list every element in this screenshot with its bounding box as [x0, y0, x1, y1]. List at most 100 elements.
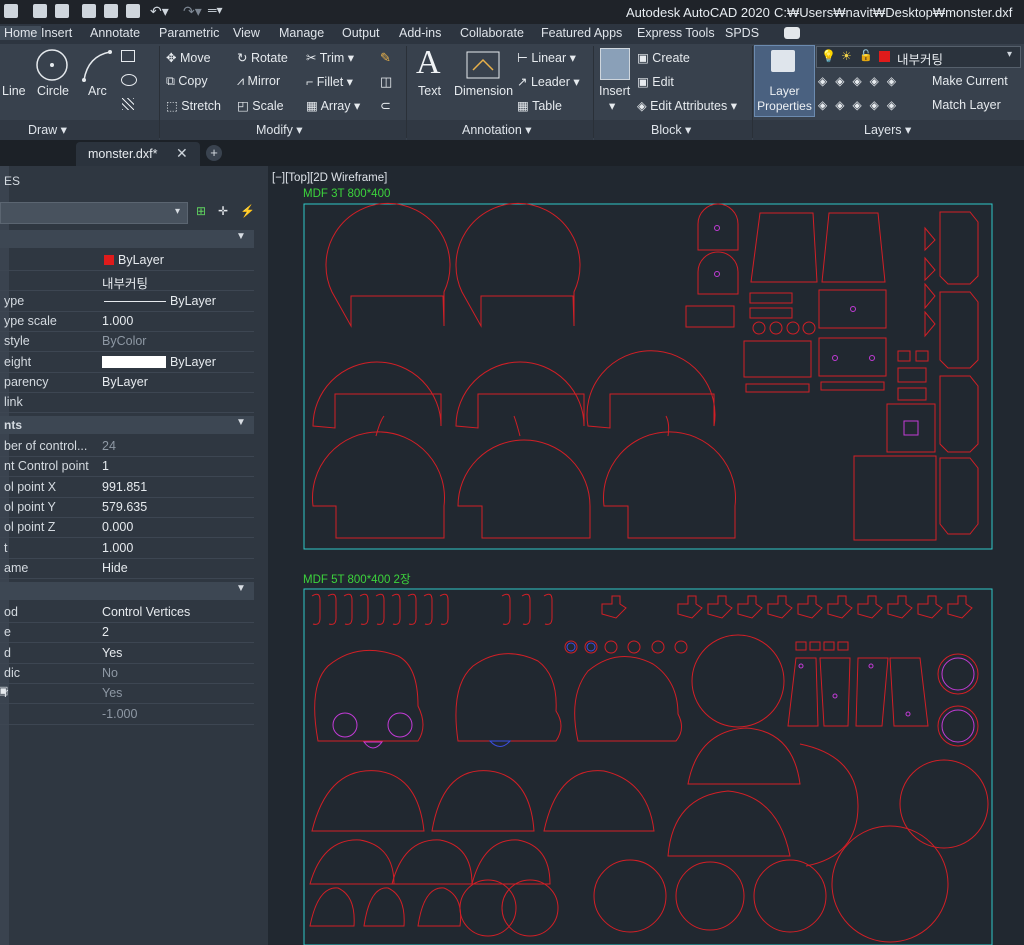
save-icon[interactable]: [33, 4, 47, 18]
arc-icon[interactable]: [80, 48, 114, 84]
property-value[interactable]: 1.000: [102, 541, 133, 555]
layer-thaw-icon[interactable]: ☀: [841, 49, 852, 63]
mirror-button[interactable]: ⩘ Mirror: [237, 74, 280, 89]
scale-button[interactable]: ◰ Scale: [237, 98, 284, 113]
property-row[interactable]: style ByColor: [0, 331, 254, 353]
tab-featured-apps[interactable]: Featured Apps: [541, 26, 622, 40]
property-value[interactable]: ByLayer: [102, 375, 148, 389]
select-objects-icon[interactable]: ✛: [218, 204, 228, 218]
trim-button[interactable]: ✂ Trim ▾: [306, 50, 354, 65]
property-row[interactable]: ol point Y 579.635: [0, 497, 254, 518]
insert-button[interactable]: Insert ▾: [599, 84, 630, 113]
block-panel-title[interactable]: Block ▾: [651, 122, 691, 137]
rotate-button[interactable]: ↻ Rotate: [237, 50, 288, 65]
layers-panel-title[interactable]: Layers ▾: [864, 122, 911, 137]
section-points[interactable]: nts ▼: [0, 416, 254, 434]
layer-tools-row-2[interactable]: ◈◈◈◈◈: [818, 98, 904, 112]
property-value[interactable]: Yes: [102, 646, 122, 660]
property-value[interactable]: ByColor: [102, 334, 146, 348]
share-icon[interactable]: [104, 4, 118, 18]
make-current-button[interactable]: Make Current: [932, 74, 1008, 88]
redo-icon[interactable]: ↷▾: [183, 3, 202, 20]
tab-home[interactable]: Home: [0, 26, 42, 40]
property-value[interactable]: 1.000: [102, 314, 133, 328]
chevron-down-icon[interactable]: ▾: [1007, 49, 1012, 60]
property-value[interactable]: 내부커팅: [102, 273, 148, 292]
property-row[interactable]: ame Hide: [0, 558, 254, 579]
draw-panel-title[interactable]: Draw ▾: [28, 122, 67, 137]
property-value[interactable]: Yes: [102, 686, 122, 700]
tab-annotate[interactable]: Annotate: [90, 26, 140, 40]
layer-on-icon[interactable]: 💡: [821, 49, 836, 63]
palette-properties-icon[interactable]: ▣: [0, 684, 8, 697]
tab-spds[interactable]: SPDS: [725, 26, 759, 40]
table-button[interactable]: ▦ Table: [517, 98, 562, 113]
rectangle-icon[interactable]: [121, 50, 135, 62]
edit-attributes-button[interactable]: ◈ Edit Attributes ▾: [637, 98, 737, 113]
insert-block-icon[interactable]: [600, 48, 630, 80]
plot-icon[interactable]: [126, 4, 140, 18]
fillet-button[interactable]: ⌐ Fillet ▾: [306, 74, 353, 89]
close-icon[interactable]: ✕: [176, 145, 188, 162]
undo-icon[interactable]: ↶▾: [150, 3, 169, 20]
text-icon[interactable]: A: [416, 44, 441, 82]
leader-button[interactable]: ↗ Leader ▾: [517, 74, 580, 89]
explode-icon[interactable]: ◫: [380, 74, 392, 90]
property-value[interactable]: ByLayer: [170, 294, 216, 308]
tab-express-tools[interactable]: Express Tools: [637, 26, 715, 40]
tab-insert[interactable]: Insert: [41, 26, 72, 40]
save-as-icon[interactable]: [55, 4, 69, 18]
property-value[interactable]: 579.635: [102, 500, 147, 514]
circle-icon[interactable]: [33, 46, 71, 84]
layer-lock-icon[interactable]: 🔓: [859, 49, 873, 62]
property-value[interactable]: 0.000: [102, 520, 133, 534]
property-row[interactable]: ype scale 1.000: [0, 311, 254, 332]
property-row[interactable]: e2: [0, 622, 254, 644]
section-general[interactable]: ▼: [0, 230, 254, 248]
property-row[interactable]: r Yes: [0, 683, 254, 705]
property-value[interactable]: No: [102, 666, 118, 680]
property-row[interactable]: ByLayer: [0, 250, 254, 271]
property-row[interactable]: parency ByLayer: [0, 372, 254, 393]
quick-select-icon[interactable]: ⚡: [240, 204, 255, 218]
layer-properties-button[interactable]: Layer Properties: [754, 45, 815, 117]
property-row[interactable]: -1.000: [0, 704, 254, 725]
ribbon-toggle-icon[interactable]: [784, 27, 800, 39]
text-button[interactable]: Text: [418, 84, 441, 98]
stretch-button[interactable]: ⬚ Stretch: [166, 98, 221, 113]
tab-output[interactable]: Output: [342, 26, 380, 40]
modify-panel-title[interactable]: Modify ▾: [256, 122, 303, 137]
ellipse-icon[interactable]: [121, 74, 137, 86]
property-row[interactable]: 내부커팅: [0, 270, 254, 292]
section-misc[interactable]: ▼: [0, 582, 254, 600]
tab-collaborate[interactable]: Collaborate: [460, 26, 524, 40]
property-value[interactable]: 24: [102, 439, 116, 453]
file-tab-monster[interactable]: monster.dxf* ✕: [76, 142, 200, 166]
property-row[interactable]: d Yes: [0, 643, 254, 664]
property-value[interactable]: Control Vertices: [102, 605, 190, 619]
property-value[interactable]: ByLayer: [118, 253, 164, 267]
move-button[interactable]: ✥ Move: [166, 50, 211, 65]
tab-manage[interactable]: Manage: [279, 26, 324, 40]
circle-button[interactable]: Circle: [37, 84, 69, 98]
linear-button[interactable]: ⊢ Linear ▾: [517, 50, 576, 65]
copy-button[interactable]: ⧉ Copy: [166, 74, 208, 89]
tab-parametric[interactable]: Parametric: [159, 26, 219, 40]
selection-dropdown[interactable]: ▾: [0, 202, 188, 224]
drawing-canvas[interactable]: [−][Top][2D Wireframe] MDF 3T 800*400 MD…: [268, 166, 1024, 945]
array-button[interactable]: ▦ Array ▾: [306, 98, 360, 113]
create-block-button[interactable]: ▣ Create: [637, 50, 690, 65]
match-layer-button[interactable]: Match Layer: [932, 98, 1001, 112]
layer-tools-row-1[interactable]: ◈◈◈◈◈: [818, 74, 904, 88]
property-value[interactable]: -1.000: [102, 707, 137, 721]
property-row[interactable]: ol point X 991.851: [0, 477, 254, 498]
customize-quick-access-icon[interactable]: ═▾: [208, 3, 223, 17]
line-button[interactable]: Line: [2, 84, 26, 98]
hatch-icon[interactable]: [122, 98, 134, 110]
property-row[interactable]: od Control Vertices: [0, 602, 254, 623]
property-row[interactable]: ype ByLayer: [0, 291, 254, 312]
property-row[interactable]: ol point Z 0.000: [0, 517, 254, 539]
property-value[interactable]: 2: [102, 625, 109, 639]
erase-icon[interactable]: ✎: [380, 50, 391, 66]
dimension-icon[interactable]: [465, 50, 501, 80]
